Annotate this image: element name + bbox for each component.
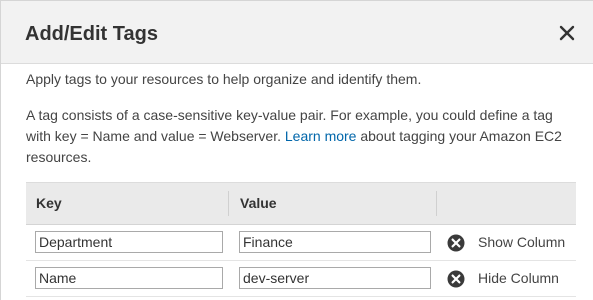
column-divider: [436, 191, 437, 216]
remove-tag-button[interactable]: [447, 234, 465, 252]
remove-tag-button[interactable]: [447, 270, 465, 288]
table-header: Key Value: [26, 182, 576, 225]
remove-circle-icon: [447, 234, 465, 252]
hide-column-link[interactable]: Hide Column: [478, 270, 559, 286]
tag-value-input[interactable]: [239, 267, 431, 289]
table-row: Hide Column: [26, 261, 576, 297]
column-header-key: Key: [36, 195, 62, 211]
dialog-title: Add/Edit Tags: [25, 23, 158, 45]
tag-key-input[interactable]: [35, 231, 223, 253]
close-icon: [559, 25, 575, 41]
tag-description: A tag consists of a case-sensitive key-v…: [26, 105, 566, 168]
tags-table: Key Value Show Column: [26, 182, 576, 297]
column-header-value: Value: [240, 195, 277, 211]
tag-value-input[interactable]: [239, 231, 431, 253]
learn-more-link[interactable]: Learn more: [285, 128, 357, 144]
remove-circle-icon: [447, 270, 465, 288]
add-edit-tags-dialog: Add/Edit Tags Apply tags to your resourc…: [0, 0, 593, 300]
column-divider: [228, 191, 229, 216]
show-column-link[interactable]: Show Column: [478, 234, 565, 250]
tag-key-input[interactable]: [35, 267, 223, 289]
intro-text: Apply tags to your resources to help org…: [26, 71, 422, 87]
close-button[interactable]: [558, 24, 576, 42]
table-row: Show Column: [26, 225, 576, 261]
dialog-header: Add/Edit Tags: [1, 1, 593, 64]
